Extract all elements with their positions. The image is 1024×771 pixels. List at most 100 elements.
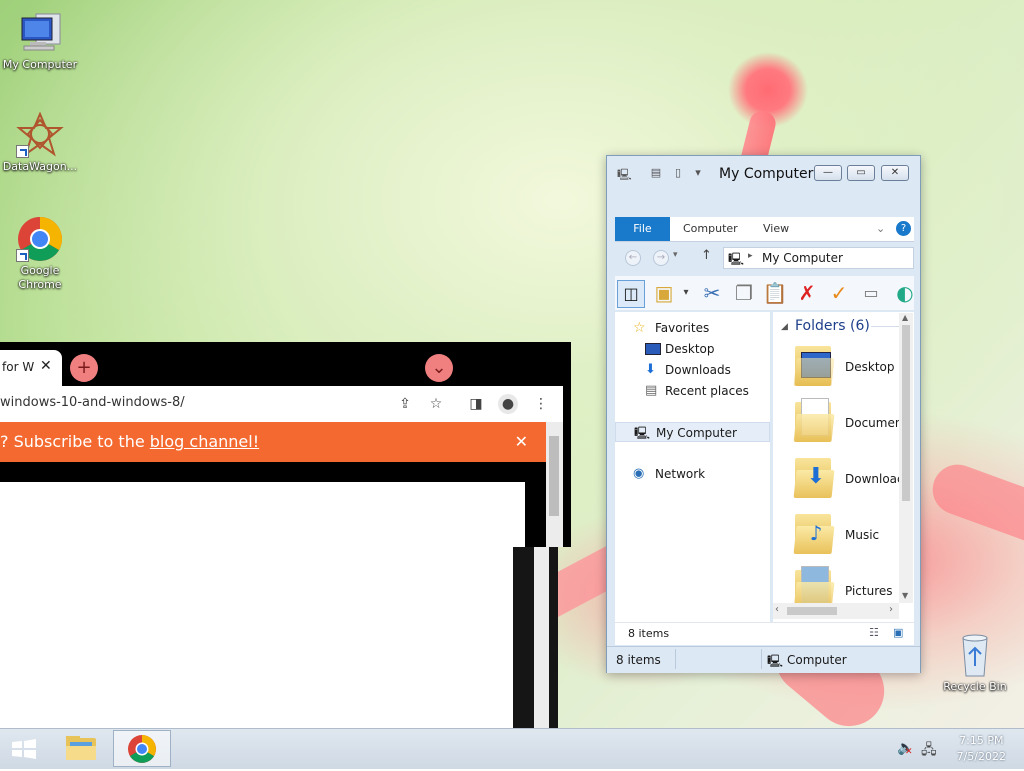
back-arrow-icon[interactable]: ←: [625, 250, 641, 266]
scroll-right-icon[interactable]: ›: [889, 604, 893, 615]
folder-label[interactable]: Music: [845, 528, 879, 542]
nav-label: Recent places: [665, 384, 749, 398]
nav-item-my-computer[interactable]: 🖳 My Computer: [615, 422, 770, 442]
breadcrumb-location[interactable]: My Computer: [762, 251, 843, 265]
window-artifact: [549, 547, 558, 728]
computer-small-icon: 🖳: [728, 252, 745, 266]
window-title: My Computer: [719, 166, 814, 182]
group-header[interactable]: Folders (6): [795, 318, 870, 334]
page-scrollbar[interactable]: [546, 422, 563, 547]
details-view-icon[interactable]: ☷: [869, 626, 879, 639]
folder-desktop-icon[interactable]: [793, 342, 835, 386]
new-tab-button[interactable]: +: [70, 354, 98, 382]
desktop: My Computer DataWagon... Google Chrome R…: [0, 0, 1024, 728]
start-button[interactable]: [0, 730, 48, 767]
folder-label[interactable]: Pictures: [845, 584, 893, 598]
dropdown-icon[interactable]: ▾: [673, 280, 699, 306]
desktop-icon-my-computer[interactable]: My Computer: [0, 10, 80, 72]
checkmark-icon[interactable]: ✓: [826, 280, 852, 306]
share-icon[interactable]: ⇪: [395, 394, 415, 414]
folder-label[interactable]: Downloac: [845, 472, 904, 486]
horizontal-scrollbar[interactable]: ‹ ›: [773, 603, 899, 619]
nav-item-network[interactable]: ◉ Network: [615, 464, 770, 484]
folder-label[interactable]: Documen: [845, 416, 902, 430]
breadcrumb-chevron-icon: ▸: [748, 251, 753, 261]
scroll-up-icon[interactable]: ▲: [902, 313, 908, 322]
paste-icon[interactable]: 📋: [762, 280, 788, 306]
taskbar-file-explorer[interactable]: [52, 730, 110, 767]
cut-icon[interactable]: ✂: [699, 280, 725, 306]
scrollbar-thumb[interactable]: [902, 325, 910, 501]
help-icon[interactable]: ?: [896, 221, 911, 236]
recent-locations-icon[interactable]: ▾: [673, 250, 678, 260]
ribbon-command-bar: ◫ ▣ ▾ ✂ ❐ 📋 ✗ ✓ ▭ ◐: [615, 276, 914, 310]
desktop-icon-google-chrome[interactable]: Google Chrome: [0, 216, 80, 292]
properties-icon[interactable]: ▤: [649, 166, 663, 180]
minimize-button[interactable]: —: [814, 165, 842, 181]
nav-item-downloads[interactable]: ⬇ Downloads: [615, 360, 770, 380]
qat-dropdown-icon[interactable]: ▾: [691, 166, 705, 180]
address-bar[interactable]: windows-10-and-windows-8/: [0, 395, 185, 410]
scrollbar-thumb[interactable]: [787, 607, 837, 615]
tab-search-button[interactable]: ⌄: [425, 354, 453, 382]
profile-avatar-icon[interactable]: ●: [498, 394, 518, 414]
up-arrow-icon[interactable]: ↑: [701, 248, 712, 263]
globe-icon[interactable]: ◐: [896, 280, 914, 306]
maximize-button[interactable]: ▭: [847, 165, 875, 181]
folder-documents-icon[interactable]: [793, 398, 835, 442]
folder-music-icon[interactable]: ♪: [793, 510, 835, 554]
rename-icon[interactable]: ▭: [858, 280, 884, 306]
file-explorer-icon: [66, 736, 96, 760]
side-panel-icon[interactable]: ◨: [466, 394, 486, 414]
taskbar: 🔈 ✕ 🖧 7:15 PM 7/5/2022: [0, 728, 1024, 769]
copy-icon[interactable]: ❐: [731, 280, 757, 306]
blog-channel-link[interactable]: blog channel!: [150, 432, 259, 451]
nav-item-favorites[interactable]: ☆ Favorites: [615, 318, 770, 338]
scrollbar-thumb[interactable]: [549, 436, 559, 516]
network-tray-icon[interactable]: 🖧: [921, 739, 937, 763]
forward-arrow-icon[interactable]: →: [653, 250, 669, 266]
desktop-icon-datawagon[interactable]: DataWagon...: [0, 111, 80, 174]
tab-close-icon[interactable]: ✕: [40, 358, 52, 374]
navigation-bar: ← → ▾ ↑ 🖳 ▸ My Computer: [615, 244, 914, 272]
new-folder-icon[interactable]: ▯: [671, 166, 685, 180]
taskbar-google-chrome[interactable]: [113, 730, 171, 767]
title-bar[interactable]: 🖳 ▤ ▯ ▾ My Computer — ▭ ✕: [607, 156, 920, 188]
item-count: 8 items: [628, 627, 670, 640]
chevron-down-icon: ⌄: [431, 357, 447, 378]
desktop-icon-recycle-bin[interactable]: Recycle Bin: [935, 632, 1015, 694]
browser-tab[interactable]: for W ✕: [0, 350, 62, 386]
clock-date: 7/5/2022: [956, 750, 1006, 763]
window-artifact: [534, 547, 549, 728]
layout-pane-icon[interactable]: ◫: [617, 280, 645, 308]
content-pane: ◢ Folders (6) Desktop Documen ⬇ Downloac…: [773, 312, 914, 634]
bookmark-star-icon[interactable]: ☆: [426, 394, 446, 414]
system-clock[interactable]: 7:15 PM 7/5/2022: [957, 733, 1006, 765]
nav-label: My Computer: [656, 426, 737, 440]
folder-label[interactable]: Desktop: [845, 360, 895, 374]
ribbon-expand-icon[interactable]: ⌄: [876, 217, 885, 241]
delete-icon[interactable]: ✗: [794, 280, 820, 306]
recent-places-icon: ▤: [645, 383, 658, 398]
vertical-scrollbar[interactable]: ▲ ▼: [899, 313, 913, 603]
address-bar[interactable]: 🖳 ▸ My Computer: [723, 247, 914, 269]
nav-item-recent-places[interactable]: ▤ Recent places: [615, 381, 770, 401]
banner-close-icon[interactable]: ✕: [515, 422, 528, 462]
computer-small-icon: 🖳: [634, 426, 651, 440]
nav-item-desktop[interactable]: Desktop: [615, 339, 770, 359]
tab-computer[interactable]: Computer: [683, 217, 738, 241]
close-button[interactable]: ✕: [881, 165, 909, 181]
explorer-window: 🖳 ▤ ▯ ▾ My Computer — ▭ ✕ File Computer …: [606, 155, 921, 673]
desktop-icon-label: DataWagon...: [2, 160, 78, 173]
tab-view[interactable]: View: [763, 217, 789, 241]
scroll-left-icon[interactable]: ‹: [775, 604, 779, 615]
scroll-down-icon[interactable]: ▼: [902, 591, 908, 600]
tab-file[interactable]: File: [615, 217, 670, 241]
more-menu-icon[interactable]: ⋮: [531, 394, 551, 414]
computer-small-icon: 🖳: [617, 168, 632, 181]
collapse-group-icon[interactable]: ◢: [781, 322, 788, 332]
desktop-icon-label: Recycle Bin: [943, 680, 1007, 693]
downloads-icon: ⬇: [645, 362, 656, 377]
folder-downloads-icon[interactable]: ⬇: [793, 454, 835, 498]
large-icons-view-icon[interactable]: ▣: [893, 626, 903, 639]
